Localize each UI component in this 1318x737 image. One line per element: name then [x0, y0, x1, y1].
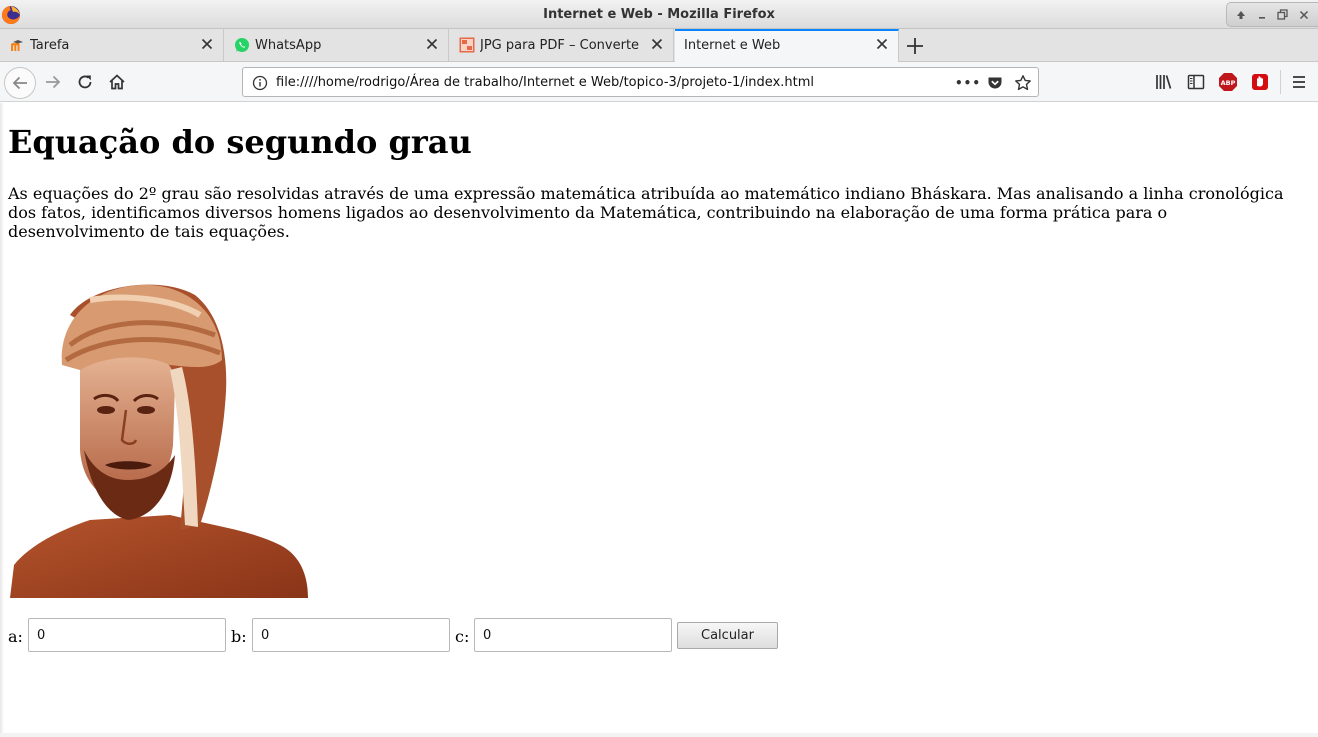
tab-label: JPG para PDF – Converter — [480, 38, 640, 53]
page-heading: Equação do segundo grau — [8, 123, 472, 161]
coef-c-input[interactable] — [474, 618, 672, 652]
tab-label: Tarefa — [30, 38, 70, 53]
close-tab-icon[interactable] — [649, 36, 665, 52]
moodle-icon — [11, 40, 23, 51]
bookmark-star-icon[interactable] — [1014, 74, 1032, 92]
library-icon[interactable] — [1154, 72, 1174, 92]
coef-a-input[interactable] — [28, 618, 226, 652]
pocket-icon[interactable] — [986, 74, 1004, 92]
navigation-toolbar: file:////home/rodrigo/Área de trabalho/I… — [0, 62, 1318, 102]
window-controls — [1226, 2, 1318, 27]
coef-b-input[interactable] — [252, 618, 450, 652]
jpg-pdf-icon — [459, 37, 475, 53]
hamburger-menu-icon[interactable] — [1289, 72, 1309, 92]
window-up-icon[interactable] — [1233, 7, 1249, 23]
restore-icon[interactable] — [1275, 7, 1291, 23]
page-actions-icon[interactable]: ••• — [955, 74, 980, 92]
tab-whatsapp[interactable]: WhatsApp — [225, 29, 449, 61]
forward-button[interactable] — [38, 68, 68, 96]
toolbar-separator — [1280, 70, 1281, 94]
coef-c-label: c: — [455, 627, 470, 646]
tab-label: Internet e Web — [684, 38, 781, 53]
svg-text:ABP: ABP — [1221, 79, 1236, 87]
back-button[interactable] — [4, 67, 36, 99]
close-tab-icon[interactable] — [874, 36, 890, 52]
sidebar-icon[interactable] — [1186, 72, 1206, 92]
reload-button[interactable] — [70, 68, 100, 96]
info-icon[interactable] — [252, 75, 268, 91]
close-tab-icon[interactable] — [199, 36, 215, 52]
coef-b-label: b: — [231, 627, 247, 646]
home-icon — [109, 74, 125, 90]
intro-paragraph: As equações do 2º grau são resolvidas at… — [8, 184, 1284, 241]
bottom-border — [0, 733, 1318, 737]
home-button[interactable] — [102, 68, 132, 96]
content-left-edge — [0, 103, 4, 737]
adblock-plus-icon[interactable]: ABP — [1218, 72, 1238, 92]
extension-hand-icon[interactable] — [1250, 72, 1270, 92]
url-bar[interactable]: file:////home/rodrigo/Área de trabalho/I… — [242, 67, 1039, 97]
url-text[interactable]: file:////home/rodrigo/Área de trabalho/I… — [276, 75, 814, 90]
window-titlebar: Internet e Web - Mozilla Firefox — [0, 0, 1318, 29]
new-tab-plus-icon[interactable] — [904, 35, 926, 57]
window-title: Internet e Web - Mozilla Firefox — [543, 7, 775, 22]
whatsapp-icon — [235, 38, 249, 52]
tab-tarefa[interactable]: Tarefa — [0, 29, 224, 61]
tab-internet-e-web[interactable]: Internet e Web — [675, 29, 899, 62]
coef-a-label: a: — [8, 627, 23, 646]
back-arrow-icon — [12, 76, 27, 90]
calcular-button[interactable]: Calcular — [677, 622, 778, 649]
close-tab-icon[interactable] — [424, 36, 440, 52]
tab-strip: Tarefa WhatsApp JPG para PDF – Converter… — [0, 29, 1318, 62]
page-content: Equação do segundo grau As equações do 2… — [0, 103, 1318, 737]
forward-arrow-icon — [46, 75, 61, 89]
reload-icon — [78, 75, 92, 89]
portrait-image — [10, 284, 308, 598]
minimize-icon[interactable] — [1254, 7, 1270, 23]
tab-label: WhatsApp — [255, 38, 322, 53]
close-window-icon[interactable] — [1296, 7, 1312, 23]
tab-jpg-para-pdf[interactable]: JPG para PDF – Converter — [450, 29, 674, 61]
